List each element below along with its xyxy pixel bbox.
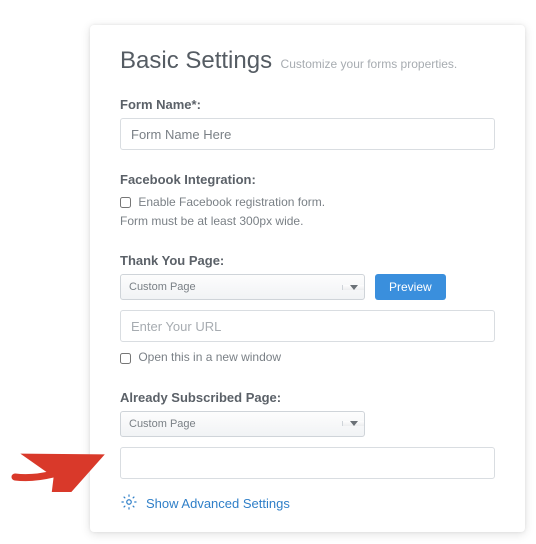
- facebook-label: Facebook Integration:: [120, 172, 495, 187]
- already-subscribed-select[interactable]: Custom Page: [120, 411, 365, 437]
- thank-you-select-value: Custom Page: [121, 281, 342, 293]
- already-subscribed-url-input[interactable]: [120, 447, 495, 479]
- gear-icon: [120, 493, 138, 514]
- new-window-checkbox[interactable]: [120, 353, 131, 364]
- form-name-input[interactable]: [120, 118, 495, 150]
- already-subscribed-section: Already Subscribed Page: Custom Page: [120, 390, 495, 479]
- chevron-down-icon: [342, 421, 364, 426]
- already-subscribed-select-value: Custom Page: [121, 418, 342, 430]
- facebook-note: Form must be at least 300px wide.: [120, 212, 495, 231]
- page-title: Basic Settings: [120, 47, 272, 74]
- panel-header: Basic Settings Customize your forms prop…: [120, 47, 495, 75]
- thank-you-label: Thank You Page:: [120, 253, 495, 268]
- show-advanced-label: Show Advanced Settings: [146, 496, 290, 511]
- basic-settings-panel: Basic Settings Customize your forms prop…: [90, 25, 525, 532]
- facebook-enable-checkbox[interactable]: [120, 197, 131, 208]
- chevron-down-icon: [342, 285, 364, 290]
- page-subtitle: Customize your forms properties.: [281, 57, 458, 71]
- thank-you-section: Thank You Page: Custom Page Preview Open…: [120, 253, 495, 367]
- thank-you-select[interactable]: Custom Page: [120, 274, 365, 300]
- already-subscribed-label: Already Subscribed Page:: [120, 390, 495, 405]
- preview-button[interactable]: Preview: [375, 274, 446, 300]
- form-name-section: Form Name*:: [120, 97, 495, 150]
- thank-you-url-input[interactable]: [120, 310, 495, 342]
- facebook-checkbox-label: Enable Facebook registration form.: [138, 195, 325, 209]
- facebook-section: Facebook Integration: Enable Facebook re…: [120, 172, 495, 231]
- new-window-label: Open this in a new window: [138, 350, 281, 364]
- form-name-label: Form Name*:: [120, 97, 495, 112]
- show-advanced-settings[interactable]: Show Advanced Settings: [120, 493, 495, 514]
